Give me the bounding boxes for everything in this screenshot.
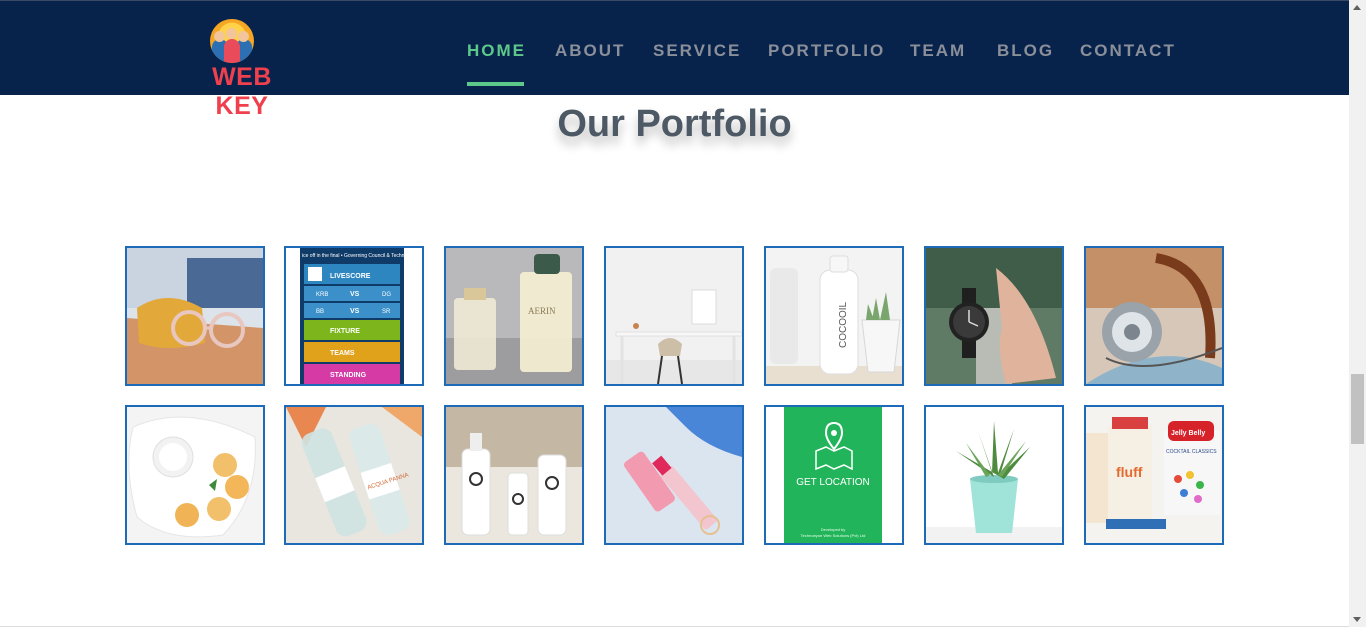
svg-text:VS: VS	[350, 291, 360, 298]
brand-logo[interactable]: WEB KEY	[186, 17, 298, 120]
app-banner-text: ice off in the final • Governing Council…	[302, 253, 411, 259]
svg-text:DG: DG	[382, 292, 391, 298]
nav-team[interactable]: TEAM	[910, 41, 966, 61]
scrollbar-thumb[interactable]	[1351, 374, 1364, 444]
portfolio-item-watch[interactable]	[924, 246, 1064, 386]
svg-text:KRB: KRB	[316, 292, 328, 298]
team-people-icon	[210, 19, 254, 63]
svg-text:Developed by: Developed by	[821, 527, 845, 532]
nav-contact[interactable]: CONTACT	[1080, 41, 1176, 61]
nav-service[interactable]: SERVICE	[653, 41, 741, 61]
scroll-down-icon[interactable]	[1353, 617, 1361, 622]
portfolio-item-headphones[interactable]	[1084, 246, 1224, 386]
portfolio-item-get-location-app[interactable]: GET LOCATION Developed by Technoeyon Web…	[764, 405, 904, 545]
svg-text:BB: BB	[316, 309, 324, 315]
portfolio-item-livescore-app[interactable]: ice off in the final • Governing Council…	[284, 246, 424, 386]
portfolio-item-candy[interactable]: fluff Jelly Belly COCKTAIL CLASSICS	[1084, 405, 1224, 545]
svg-text:STANDING: STANDING	[330, 372, 367, 379]
svg-text:AERIN: AERIN	[528, 306, 556, 316]
svg-text:SR: SR	[382, 309, 391, 315]
svg-text:VS: VS	[350, 308, 360, 315]
portfolio-item-succulent[interactable]	[924, 405, 1064, 545]
portfolio-item-pastries[interactable]	[125, 405, 265, 545]
site-header: WEB KEY HOME ABOUT SERVICE PORTFOLIO TEA…	[0, 0, 1349, 120]
app-livescore-label: LIVESCORE	[330, 273, 371, 280]
svg-text:Technoeyon Web Solutions (Pvt): Technoeyon Web Solutions (Pvt) Ltd	[801, 533, 866, 538]
portfolio-item-cocooil[interactable]: COCOOIL	[764, 246, 904, 386]
svg-text:TEAMS: TEAMS	[330, 350, 355, 357]
nav-blog[interactable]: BLOG	[997, 41, 1054, 61]
get-location-label: GET LOCATION	[796, 477, 870, 488]
svg-text:COCKTAIL CLASSICS: COCKTAIL CLASSICS	[1166, 449, 1217, 455]
page-scrollbar[interactable]	[1349, 0, 1366, 627]
svg-text:FIXTURE: FIXTURE	[330, 328, 360, 335]
portfolio-item-desk[interactable]	[604, 246, 744, 386]
portfolio-item-lipstick[interactable]	[604, 405, 744, 545]
nav-portfolio[interactable]: PORTFOLIO	[768, 41, 885, 61]
portfolio-item-sunglasses[interactable]	[125, 246, 265, 386]
portfolio-item-skincare[interactable]	[444, 405, 584, 545]
scroll-up-icon[interactable]	[1353, 5, 1361, 10]
nav-active-underline	[467, 82, 524, 86]
svg-text:COCOOIL: COCOOIL	[838, 301, 849, 348]
nav-about[interactable]: ABOUT	[555, 41, 625, 61]
portfolio-item-water-bottles[interactable]: ACQUA PANNA	[284, 405, 424, 545]
nav-home[interactable]: HOME	[467, 41, 526, 61]
svg-text:Jelly Belly: Jelly Belly	[1171, 430, 1205, 437]
section-title: Our Portfolio	[557, 103, 792, 145]
svg-text:fluff: fluff	[1116, 464, 1143, 480]
portfolio-item-perfume[interactable]: AERIN	[444, 246, 584, 386]
